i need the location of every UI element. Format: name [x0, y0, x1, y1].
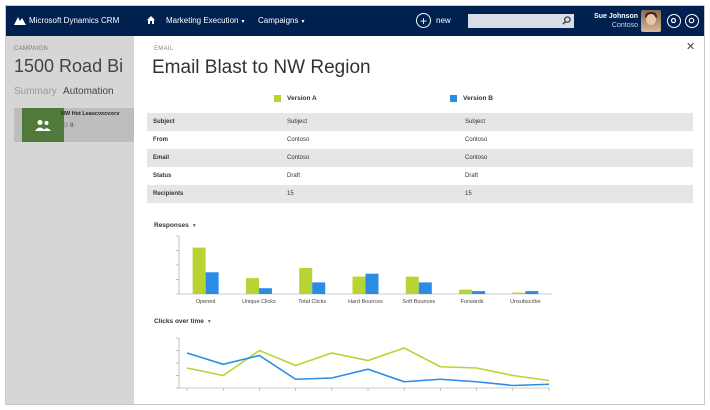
record-type-caption: CAMPAIGN — [14, 46, 48, 52]
nav-campaigns[interactable]: Campaigns ▾ — [258, 16, 304, 25]
nav-marketing-label: Marketing Execution — [166, 16, 239, 25]
app-root: Microsoft Dynamics CRM Marketing Executi… — [0, 0, 710, 410]
tile-count: ⚇ 8 — [63, 122, 73, 129]
campaign-panel: CAMPAIGN 1500 Road Bi Summary Automation… — [6, 36, 134, 404]
crm-window: Microsoft Dynamics CRM Marketing Executi… — [5, 5, 705, 405]
chevron-down-icon: ▾ — [241, 19, 245, 25]
new-label: new — [436, 16, 451, 25]
home-icon[interactable] — [146, 15, 156, 27]
plus-icon: + — [416, 13, 431, 28]
chevron-down-icon: ▾ — [301, 19, 305, 25]
people-icon — [35, 120, 51, 131]
series-line-version-a[interactable] — [186, 347, 550, 382]
tile-title: NW Hot Leascvxcvxcv — [61, 111, 120, 117]
nav-marketing-execution[interactable]: Marketing Execution ▾ — [166, 16, 245, 25]
tile-count-value: 8 — [70, 123, 74, 129]
user-info[interactable]: Sue Johnson Contoso — [588, 12, 638, 30]
gear-icon[interactable] — [667, 14, 681, 28]
series-line-version-b[interactable] — [186, 352, 550, 387]
email-detail-panel: ✕ EMAIL Email Blast to NW Region Version… — [134, 36, 704, 404]
nav-campaigns-label: Campaigns — [258, 16, 299, 25]
search-icon[interactable] — [562, 16, 571, 25]
top-nav-bar: Microsoft Dynamics CRM Marketing Executi… — [6, 6, 704, 36]
tab-automation[interactable]: Automation — [63, 86, 114, 97]
avatar[interactable] — [641, 10, 661, 32]
list-tile[interactable]: NW Hot Leascvxcvxcv ⚇ 8 — [14, 108, 134, 142]
help-icon[interactable] — [685, 14, 699, 28]
tab-summary[interactable]: Summary — [14, 86, 57, 97]
new-button[interactable]: + new — [416, 13, 451, 28]
search-input[interactable] — [468, 14, 574, 28]
dynamics-logo-icon — [14, 16, 26, 25]
clicks-over-time-line-chart — [176, 337, 550, 391]
record-name: 1500 Road Bi — [14, 56, 124, 76]
record-tabs: Summary Automation — [14, 86, 114, 97]
user-org: Contoso — [611, 22, 638, 29]
tile-icon-block — [22, 108, 64, 142]
app-logo[interactable]: Microsoft Dynamics CRM — [14, 16, 119, 25]
app-name: Microsoft Dynamics CRM — [29, 16, 120, 25]
people-small-icon: ⚇ — [63, 123, 69, 129]
user-name: Sue Johnson — [594, 13, 638, 20]
